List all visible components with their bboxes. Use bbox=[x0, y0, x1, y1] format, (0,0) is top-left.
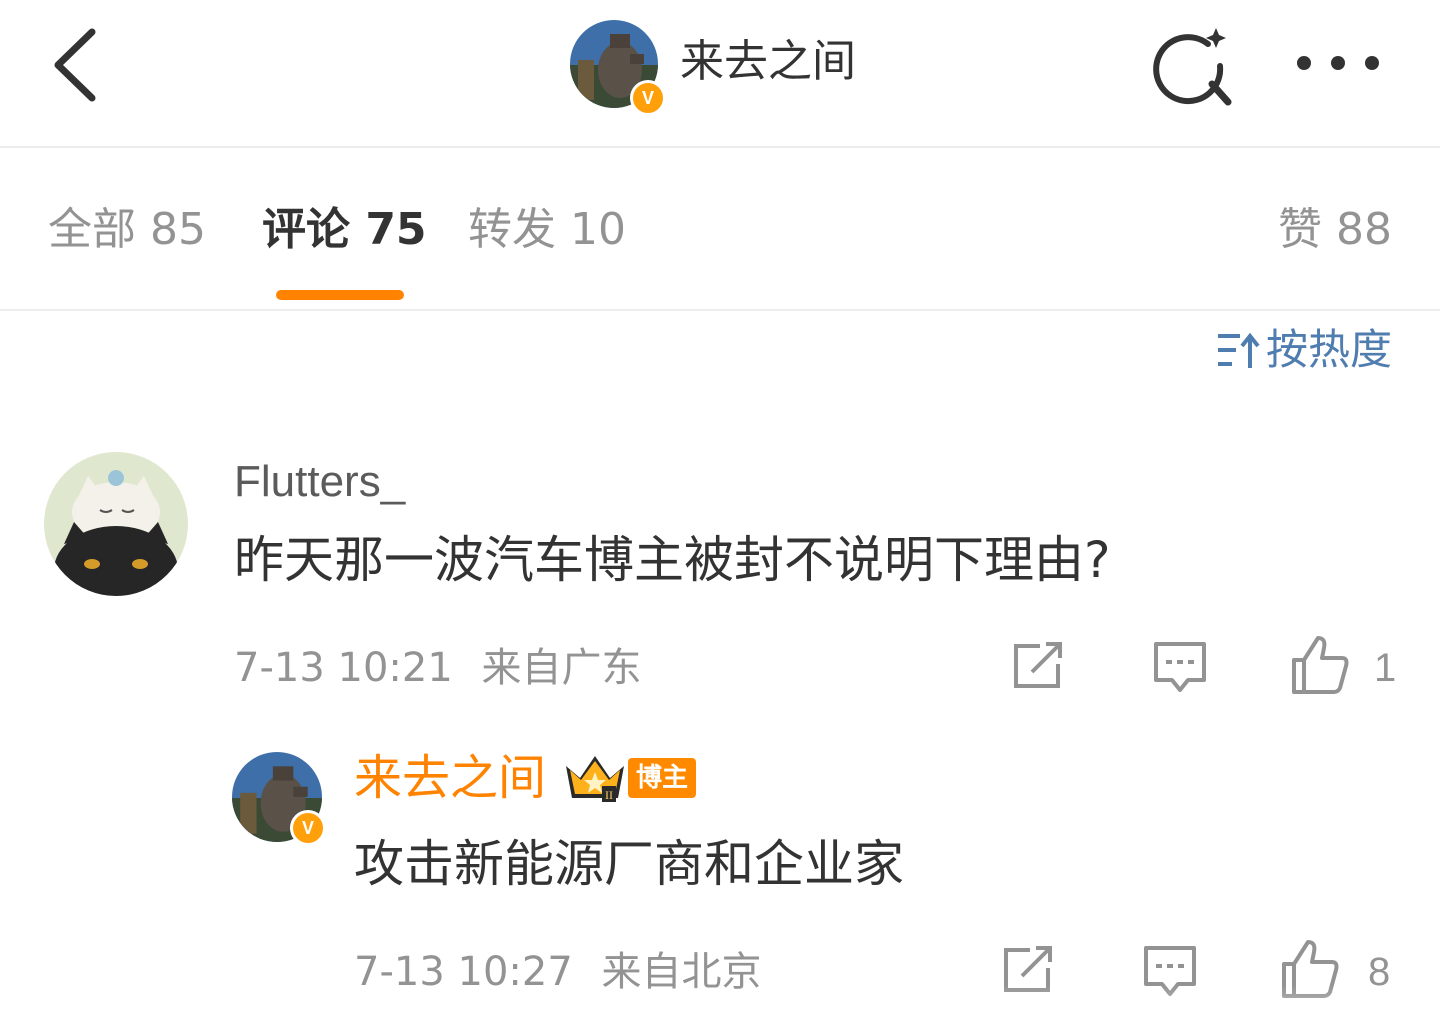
tab-all[interactable]: 全部 85 bbox=[48, 198, 206, 262]
like-button[interactable] bbox=[1290, 634, 1352, 700]
blogger-tag: 博主 bbox=[628, 758, 697, 798]
search-sparkle-icon bbox=[1153, 28, 1232, 106]
search-button[interactable] bbox=[1150, 22, 1236, 112]
tab-comments[interactable]: 评论 75 bbox=[262, 198, 427, 262]
tabs-divider bbox=[0, 309, 1440, 311]
sort-label: 按热度 bbox=[1265, 325, 1392, 374]
comment-icon bbox=[1154, 642, 1206, 692]
commenter-username[interactable]: Flutters_ bbox=[234, 454, 405, 510]
commenter-avatar[interactable] bbox=[44, 452, 188, 596]
comment-meta: 7-13 10:21 来自广东 bbox=[234, 640, 642, 696]
like-count: 1 bbox=[1374, 646, 1397, 690]
crown-icon: II bbox=[566, 756, 624, 802]
comment-time: 7-13 10:21 bbox=[234, 645, 453, 691]
share-icon bbox=[1014, 642, 1062, 688]
sort-button[interactable]: 按热度 bbox=[1214, 320, 1392, 380]
tab-likes[interactable]: 赞 88 bbox=[1278, 198, 1392, 262]
top-nav-bar: V 来去之间 bbox=[0, 0, 1440, 148]
scroll-fade bbox=[0, 985, 1440, 1036]
comment-text: 昨天那一波汽车博主被封不说明下理由? bbox=[234, 531, 1111, 589]
reply-avatar-wrap[interactable]: V bbox=[232, 752, 328, 848]
back-button[interactable] bbox=[40, 20, 120, 110]
tab-reposts[interactable]: 转发 10 bbox=[468, 198, 626, 262]
crown-level: II bbox=[605, 788, 613, 802]
back-icon bbox=[54, 28, 96, 102]
reply-verified-badge: V bbox=[290, 810, 326, 846]
header-title: 来去之间 bbox=[680, 36, 856, 87]
thumbs-up-icon bbox=[1292, 636, 1349, 694]
more-button[interactable] bbox=[1292, 40, 1384, 90]
sort-icon bbox=[1217, 332, 1260, 368]
verified-badge: V bbox=[630, 80, 666, 116]
reply-button[interactable] bbox=[1152, 640, 1208, 698]
active-tab-indicator bbox=[276, 290, 404, 300]
reply-text: 攻击新能源厂商和企业家 bbox=[354, 835, 904, 893]
share-button[interactable] bbox=[1010, 640, 1066, 696]
reply-username[interactable]: 来去之间 bbox=[354, 748, 546, 808]
more-icon bbox=[1297, 56, 1379, 70]
blogger-badge: II 博主 bbox=[562, 752, 697, 804]
header-avatar-wrap[interactable]: V bbox=[570, 20, 666, 116]
comment-location: 来自广东 bbox=[481, 645, 642, 691]
